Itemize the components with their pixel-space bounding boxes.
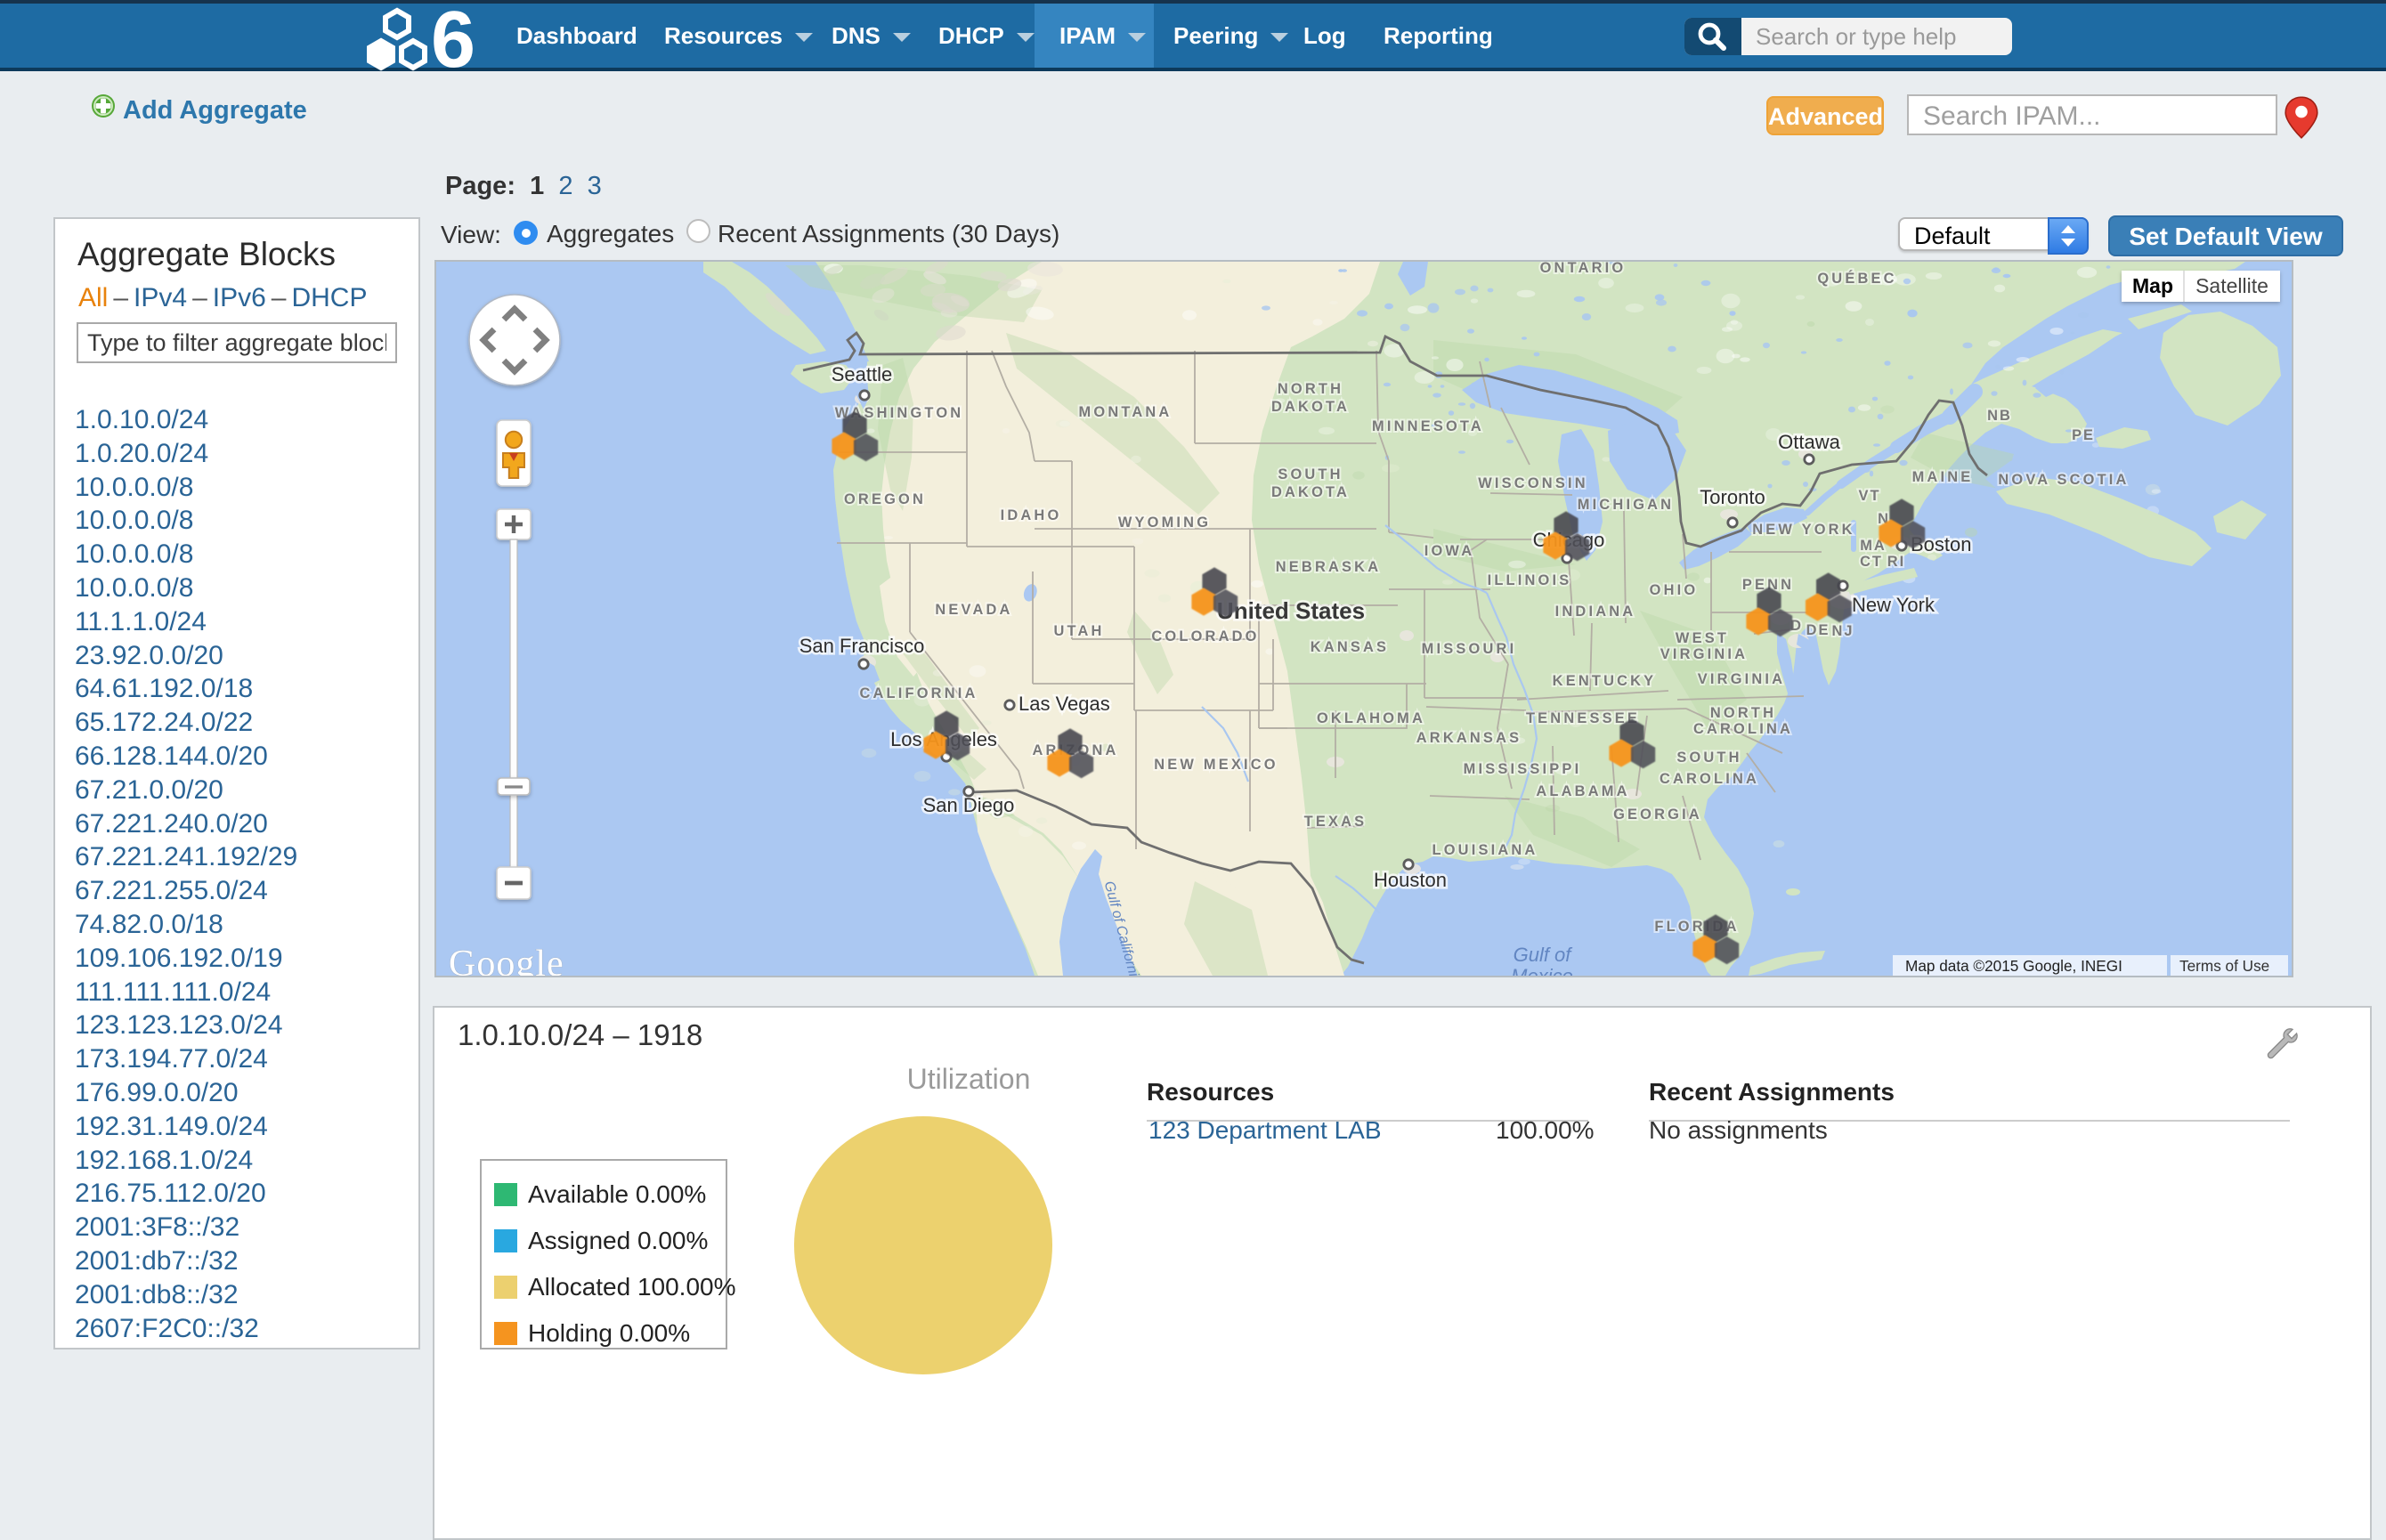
svg-text:Houston: Houston: [1374, 869, 1447, 891]
svg-text:UTAH: UTAH: [1053, 623, 1104, 639]
svg-text:NJ: NJ: [1832, 623, 1854, 639]
svg-text:KANSAS: KANSAS: [1311, 639, 1389, 655]
svg-text:Seattle: Seattle: [832, 363, 893, 385]
svg-text:IDAHO: IDAHO: [1001, 507, 1062, 523]
svg-text:CAROLINA: CAROLINA: [1660, 771, 1759, 787]
svg-text:OKLAHOMA: OKLAHOMA: [1317, 710, 1425, 726]
svg-text:PE: PE: [2072, 427, 2095, 443]
svg-text:KENTUCKY: KENTUCKY: [1553, 673, 1657, 689]
svg-text:WEST: WEST: [1676, 630, 1729, 646]
svg-text:ARKANSAS: ARKANSAS: [1416, 730, 1522, 746]
svg-text:Las Vegas: Las Vegas: [1019, 693, 1110, 715]
svg-text:Toronto: Toronto: [1700, 486, 1765, 508]
svg-text:NORTH: NORTH: [1710, 705, 1776, 721]
svg-text:NEW YORK: NEW YORK: [1752, 522, 1854, 538]
svg-text:CT: CT: [1860, 554, 1883, 570]
svg-text:Satellite: Satellite: [2195, 274, 2268, 297]
svg-text:NOVA SCOTIA: NOVA SCOTIA: [1998, 472, 2129, 488]
svg-text:Gulf of: Gulf of: [1514, 944, 1574, 966]
svg-text:VIRGINIA: VIRGINIA: [1660, 646, 1748, 662]
svg-text:MINNESOTA: MINNESOTA: [1372, 418, 1484, 434]
svg-text:QUÉBEC: QUÉBEC: [1817, 270, 1896, 287]
svg-text:Map data ©2015 Google, INEGI: Map data ©2015 Google, INEGI: [1905, 957, 2122, 975]
svg-text:MISSOURI: MISSOURI: [1422, 641, 1517, 657]
svg-text:San Diego: San Diego: [923, 794, 1015, 816]
svg-text:WYOMING: WYOMING: [1118, 515, 1211, 531]
svg-text:Ottawa: Ottawa: [1778, 431, 1840, 453]
svg-text:NORTH: NORTH: [1278, 381, 1343, 397]
svg-text:SOUTH: SOUTH: [1676, 750, 1741, 766]
svg-text:OHIO: OHIO: [1650, 582, 1699, 598]
svg-text:VT: VT: [1859, 488, 1881, 504]
svg-text:DAKOTA: DAKOTA: [1271, 484, 1350, 500]
svg-text:VIRGINIA: VIRGINIA: [1698, 671, 1785, 687]
svg-text:DAKOTA: DAKOTA: [1271, 399, 1350, 415]
svg-text:ALABAMA: ALABAMA: [1536, 783, 1629, 799]
svg-text:GEORGIA: GEORGIA: [1613, 806, 1702, 823]
svg-text:Terms of Use: Terms of Use: [2179, 957, 2269, 975]
svg-text:MONTANA: MONTANA: [1079, 404, 1173, 420]
svg-text:ONTARIO: ONTARIO: [1540, 262, 1627, 276]
svg-text:WISCONSIN: WISCONSIN: [1478, 475, 1588, 491]
svg-text:Mexico: Mexico: [1511, 965, 1573, 976]
svg-text:NEVADA: NEVADA: [935, 602, 1012, 618]
svg-text:CALIFORNIA: CALIFORNIA: [859, 685, 978, 701]
svg-text:San Francisco: San Francisco: [799, 635, 925, 657]
svg-text:New York: New York: [1852, 594, 1936, 616]
svg-text:Google: Google: [449, 944, 564, 976]
svg-text:United States: United States: [1217, 597, 1365, 624]
svg-text:MISSISSIPPI: MISSISSIPPI: [1464, 761, 1582, 777]
svg-text:NB: NB: [1987, 408, 2012, 424]
svg-text:6: 6: [431, 5, 475, 73]
svg-text:CAROLINA: CAROLINA: [1693, 721, 1793, 737]
svg-text:SOUTH: SOUTH: [1278, 466, 1343, 482]
svg-text:Map: Map: [2132, 274, 2173, 297]
svg-text:TEXAS: TEXAS: [1304, 814, 1367, 830]
svg-text:IOWA: IOWA: [1424, 543, 1475, 559]
svg-text:OREGON: OREGON: [844, 491, 926, 507]
svg-text:LOUISIANA: LOUISIANA: [1432, 842, 1538, 858]
svg-text:ILLINOIS: ILLINOIS: [1488, 572, 1572, 588]
svg-text:DE: DE: [1806, 622, 1830, 638]
svg-text:MICHIGAN: MICHIGAN: [1578, 497, 1674, 513]
svg-text:NEBRASKA: NEBRASKA: [1276, 559, 1382, 575]
svg-text:RI: RI: [1887, 554, 1905, 570]
svg-text:MAINE: MAINE: [1912, 469, 1974, 485]
svg-text:COLORADO: COLORADO: [1151, 628, 1259, 644]
svg-text:INDIANA: INDIANA: [1555, 604, 1636, 620]
svg-text:NEW MEXICO: NEW MEXICO: [1154, 757, 1278, 773]
